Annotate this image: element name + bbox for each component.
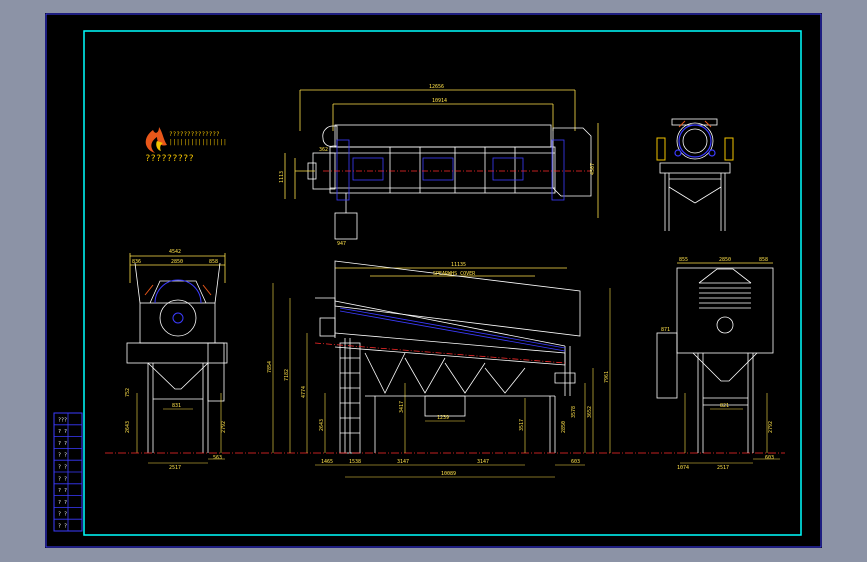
front-dim-b4: 3147 [477, 459, 489, 465]
drawing-sheet: ??? ? ? ? ? ? ? ? ? ? ? ? ? ? ? ? ? ? ? ?????????… [45, 13, 822, 548]
front-dim-hopper: 1239 [437, 415, 449, 421]
front-dim-h6: 3517 [519, 419, 525, 431]
front-dim-h1: 7854 [267, 361, 273, 373]
title-block-cell: ? ? [58, 429, 67, 435]
front-dim-h5: 3417 [399, 401, 405, 413]
title-block-cell: ? ? [58, 453, 67, 459]
title-block-cell: ? ? [58, 523, 67, 529]
front-dim-h9: 3652 [587, 406, 593, 418]
drawing-frame [83, 30, 802, 536]
right-dim-left: 855 [679, 257, 688, 263]
left-dim-small: 752 [125, 388, 131, 397]
front-dim-h3: 4774 [301, 386, 307, 398]
title-block-cell: ? ? [58, 464, 67, 470]
top-dim-overall: 12656 [429, 84, 444, 90]
right-dim-b-left: 1074 [677, 465, 689, 471]
left-dim-base: 2517 [169, 465, 181, 471]
left-dim-mid: 2850 [171, 259, 183, 265]
top-view-blue-details [323, 139, 590, 201]
left-dim-right: 858 [209, 259, 218, 265]
front-dim-total: 10089 [441, 471, 456, 477]
cad-viewport[interactable]: ??? ? ? ? ? ? ? ? ? ? ? ? ? ? ? ? ? ? ? ?????????… [0, 0, 867, 562]
right-dim-small: 871 [661, 327, 670, 333]
top-right-yellow [656, 120, 734, 161]
title-block-cell: ? ? [58, 512, 67, 518]
left-dim-left: 836 [132, 259, 141, 265]
front-dim-b5: 603 [571, 459, 580, 465]
title-block-cell: ??? [58, 417, 67, 423]
left-dim-inner: 831 [172, 403, 181, 409]
right-dim-base: 2517 [717, 465, 729, 471]
front-dim-h10: 7961 [604, 371, 610, 383]
left-dim-offset: 563 [213, 455, 222, 461]
top-dim-inner: 10914 [432, 98, 447, 104]
left-dim-tall1: 2643 [125, 421, 131, 433]
top-dim-height: 4507 [590, 163, 596, 175]
left-view-blue [154, 279, 202, 324]
right-dim-tall: 2792 [768, 421, 774, 433]
front-dim-b1: 1465 [321, 459, 333, 465]
title-block-cell: ? ? [58, 476, 67, 482]
front-view [315, 260, 581, 454]
top-dim-left: 1113 [279, 171, 285, 183]
top-right-view [659, 118, 731, 231]
left-dim-overall: 4542 [169, 249, 181, 255]
front-dim-b2: 1538 [349, 459, 361, 465]
front-view-dims [272, 283, 611, 478]
svg-text:||||||||||||||||: |||||||||||||||| [169, 139, 227, 146]
right-view-dims [680, 393, 780, 464]
title-block-cell: ? ? [58, 500, 67, 506]
front-dim-h7: 2850 [561, 421, 567, 433]
title-block: ??? ? ? ? ? ? ? ? ? ? ? ? ? ? ? ? ? ? ? [53, 412, 83, 532]
axis-centerline [314, 342, 566, 364]
left-view [126, 253, 228, 453]
title-block-cell: ? ? [58, 441, 67, 447]
front-view-blue [339, 307, 566, 352]
outer-border [45, 13, 822, 548]
right-view [656, 262, 774, 453]
right-dim-offset: 603 [765, 455, 774, 461]
left-dim-tall2: 2792 [221, 421, 227, 433]
top-view [284, 89, 599, 240]
front-label: SPEARWHS COVER [433, 271, 476, 277]
top-dim-bottom: 947 [337, 241, 346, 247]
right-dim-mid: 2850 [719, 257, 731, 263]
logo-caption: ????????? [145, 154, 194, 164]
logo-chars: ?????????????? [169, 131, 220, 138]
right-dim-inner: 821 [720, 403, 729, 409]
drawing-canvas: ??? ? ? ? ? ? ? ? ? ? ? ? ? ? ? ? ? ? ? ?????????… [45, 13, 822, 548]
front-dim-overall: 11135 [451, 262, 466, 268]
right-dim-right: 858 [759, 257, 768, 263]
top-dim-small: 362 [319, 147, 328, 153]
front-dim-h2: 7182 [284, 369, 290, 381]
title-block-cell: ? ? [58, 488, 67, 494]
company-logo: ?????????????? |||||||||||||||| ????????… [145, 127, 227, 164]
front-dim-b3: 3147 [397, 459, 409, 465]
front-dim-h8: 3578 [571, 406, 577, 418]
left-view-orange [144, 284, 212, 296]
front-dim-h4: 2643 [319, 419, 325, 431]
